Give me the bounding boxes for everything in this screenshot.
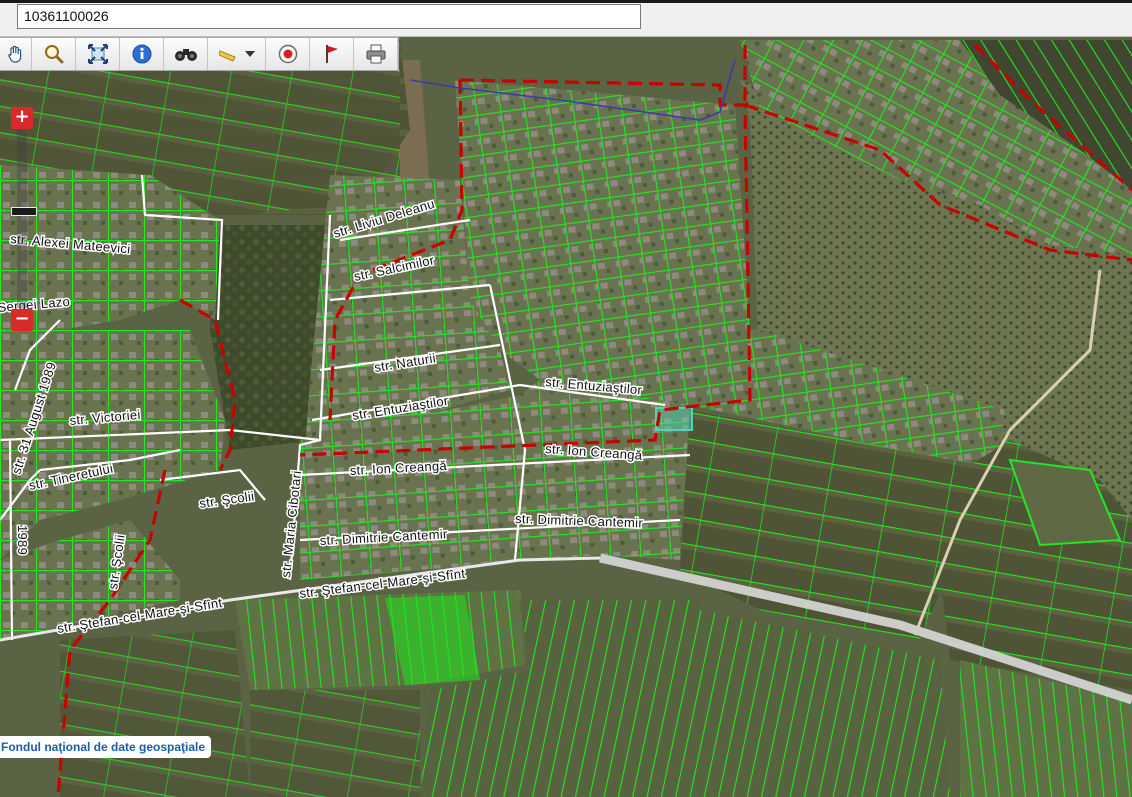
cadastral-search-input[interactable]	[17, 4, 641, 29]
full-extent-icon	[87, 44, 108, 64]
print-button[interactable]	[354, 38, 398, 70]
flag-icon	[325, 45, 338, 63]
measure-ruler-icon	[218, 50, 236, 62]
pan-tool-button[interactable]	[0, 38, 32, 70]
zoom-tool-button[interactable]	[32, 38, 76, 70]
zoom-out-button[interactable]: −	[11, 309, 33, 331]
parcel-layer	[0, 40, 1132, 797]
search-binoculars-button[interactable]	[164, 38, 208, 70]
full-extent-button[interactable]	[76, 38, 120, 70]
info-icon	[132, 44, 151, 64]
attribution-label: Fondul naţional de date geospaţiale	[0, 736, 212, 758]
print-icon	[366, 44, 385, 64]
zoom-magnifier-icon	[44, 45, 63, 64]
zoom-slider-track[interactable]	[17, 130, 27, 308]
map-canvas[interactable]: str. Liviu Deleanu str. Salcimilor str. …	[0, 37, 1132, 797]
chevron-down-icon	[244, 51, 255, 57]
top-strip	[0, 0, 1132, 3]
pan-hand-icon	[7, 45, 21, 63]
measure-dropdown-button[interactable]	[208, 38, 266, 70]
record-target-icon	[278, 44, 297, 64]
zoom-slider-handle[interactable]	[11, 207, 37, 216]
selected-parcel[interactable]	[655, 407, 693, 431]
flag-marker-button[interactable]	[310, 38, 354, 70]
label-1989-edge: 1989	[15, 525, 30, 555]
record-target-button[interactable]	[266, 38, 310, 70]
top-bar	[0, 0, 1132, 37]
map-toolbar	[0, 37, 399, 71]
identify-info-button[interactable]	[120, 38, 164, 70]
binoculars-icon	[174, 49, 197, 61]
map-view[interactable]: str. Liviu Deleanu str. Salcimilor str. …	[0, 37, 1132, 797]
zoom-in-button[interactable]: +	[11, 107, 33, 129]
